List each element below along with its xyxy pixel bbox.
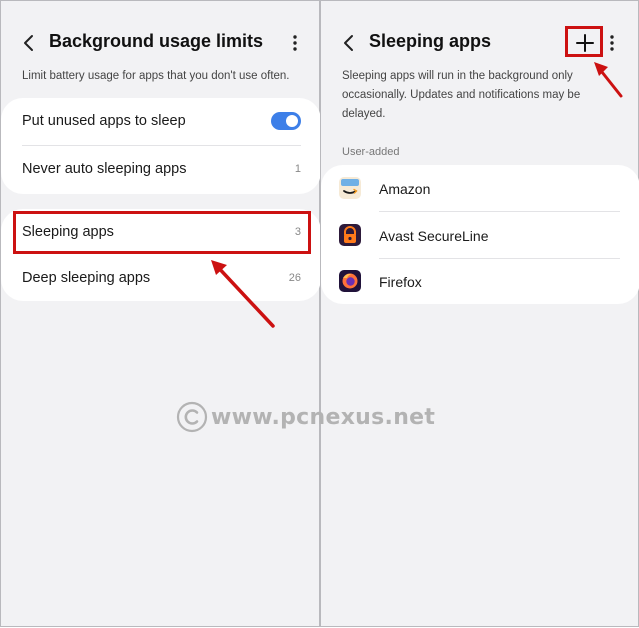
watermark-text: www.pcnexus.net (211, 404, 436, 430)
row-label: Never auto sleeping apps (22, 161, 187, 177)
page-description: Sleeping apps will run in the background… (342, 70, 581, 120)
back-arrow-icon[interactable] (19, 31, 39, 55)
add-button-highlight-box (565, 26, 603, 57)
more-options-icon[interactable] (290, 31, 300, 55)
page-title: Background usage limits (49, 31, 264, 51)
page-description: Limit battery usage for apps that you do… (22, 70, 290, 82)
left-header: Background usage limits (1, 25, 319, 61)
app-name: Firefox (379, 274, 422, 290)
firefox-icon (339, 270, 361, 292)
toggle-knob (286, 115, 298, 127)
settings-card-top: Put unused apps to sleep Never auto slee… (1, 98, 321, 194)
watermark: www.pcnexus.net (176, 400, 435, 434)
back-arrow-icon[interactable] (339, 31, 359, 55)
row-count: 26 (288, 272, 301, 284)
amazon-icon (339, 177, 361, 199)
copyright-icon (176, 401, 208, 433)
app-list-card: Amazon Avast SecureLine Firefox (321, 165, 639, 304)
put-unused-apps-to-sleep-row[interactable]: Put unused apps to sleep (1, 98, 321, 144)
app-name: Avast SecureLine (379, 228, 489, 244)
annotation-arrow-left (211, 260, 275, 328)
app-name: Amazon (379, 181, 431, 197)
sleeping-apps-highlight-box (13, 211, 311, 254)
section-label-user-added: User-added (342, 146, 400, 158)
app-row-avast-secureline[interactable]: Avast SecureLine (321, 212, 639, 258)
row-label: Put unused apps to sleep (22, 113, 186, 129)
page-title: Sleeping apps (369, 31, 492, 51)
app-row-amazon[interactable]: Amazon (321, 165, 639, 211)
row-count: 1 (294, 163, 301, 175)
avast-secureline-icon (339, 224, 361, 246)
more-options-icon[interactable] (607, 31, 617, 55)
never-auto-sleeping-apps-row[interactable]: Never auto sleeping apps 1 (1, 146, 321, 192)
annotation-arrow-right (594, 62, 623, 98)
row-label: Deep sleeping apps (22, 270, 151, 286)
sleep-toggle[interactable] (271, 112, 301, 130)
app-row-firefox[interactable]: Firefox (321, 259, 639, 304)
